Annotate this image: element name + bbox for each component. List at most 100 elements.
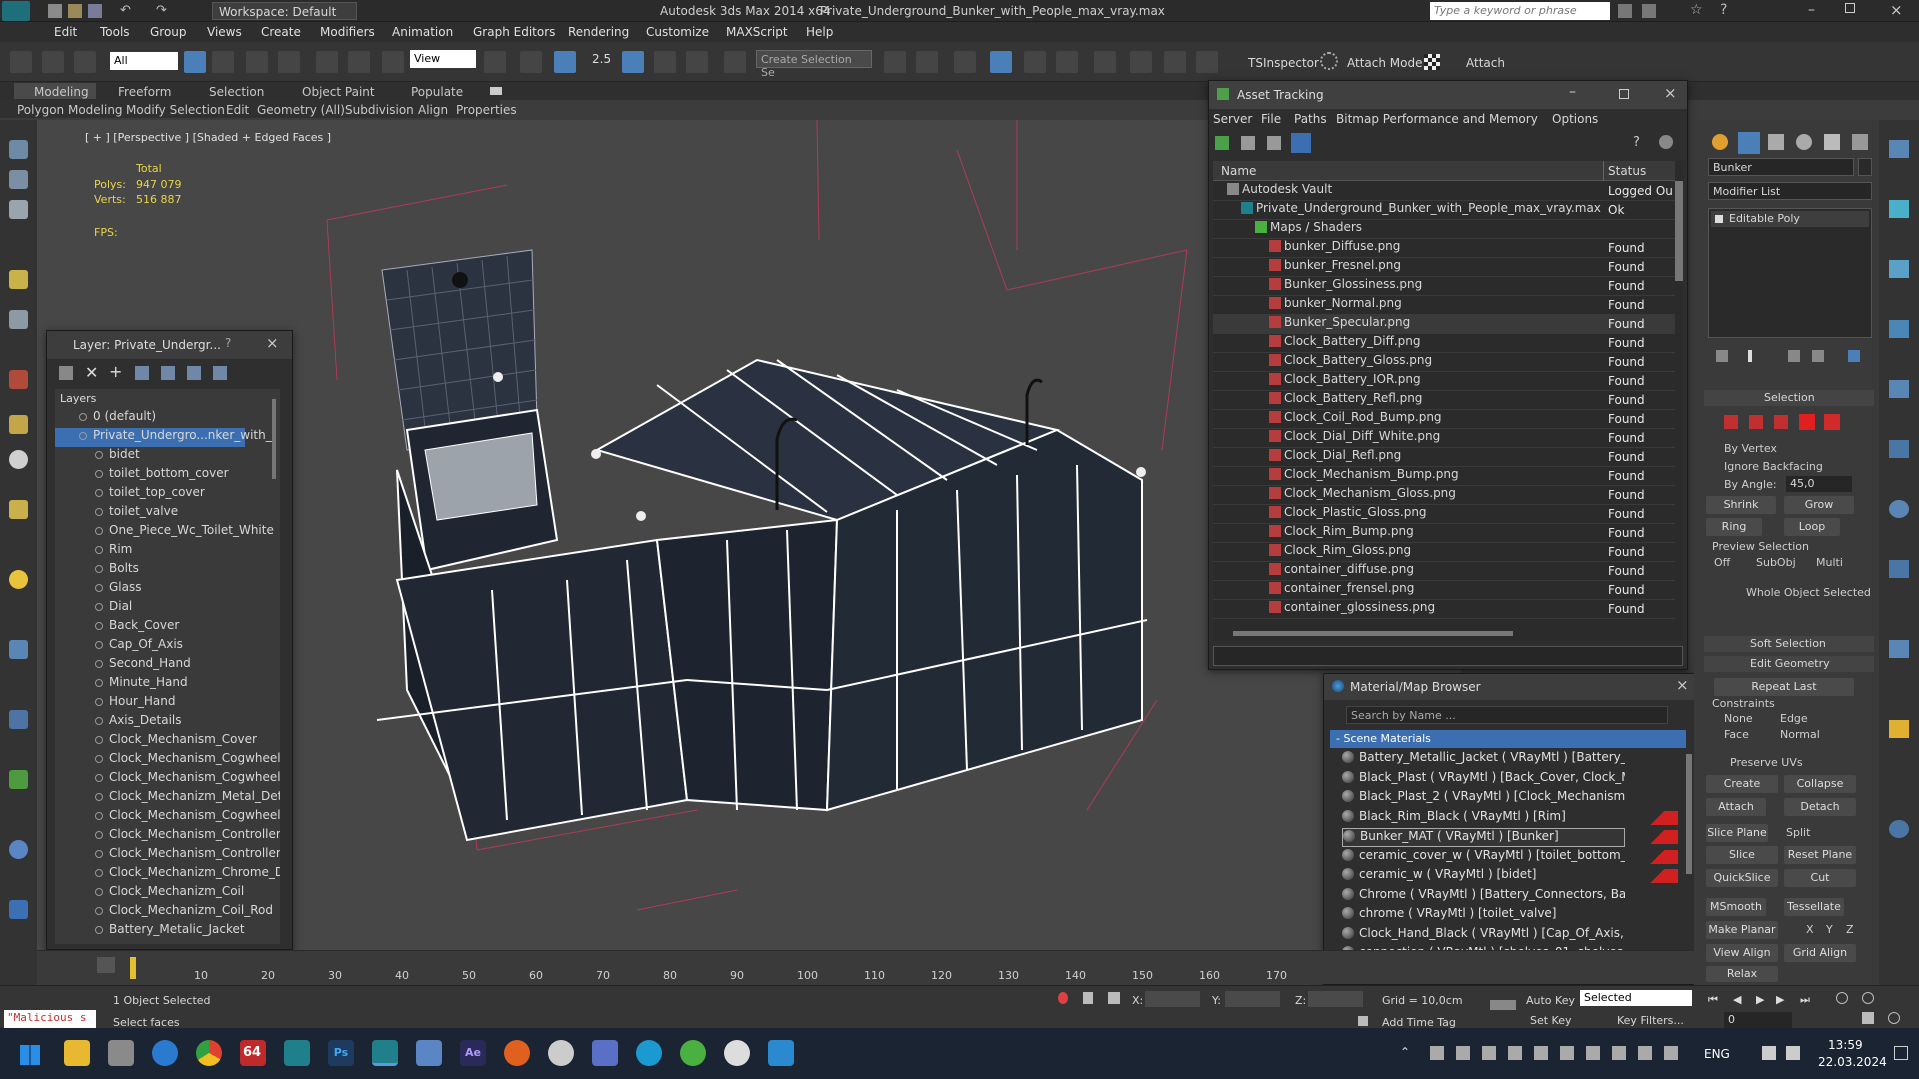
- show-end-result-icon[interactable]: [1748, 350, 1752, 362]
- slice-button[interactable]: Slice: [1706, 846, 1778, 864]
- vray-icon[interactable]: [1889, 140, 1909, 158]
- asset-row[interactable]: Clock_Coil_Rod_Bump.png Found: [1213, 410, 1675, 429]
- create-tab-icon[interactable]: [1712, 134, 1728, 150]
- asset-tracking-titlebar[interactable]: Asset Tracking – ×: [1209, 81, 1687, 109]
- menu-group[interactable]: Group: [150, 25, 187, 39]
- pin-stack-icon[interactable]: [1716, 350, 1728, 362]
- zoom-icon[interactable]: [1836, 992, 1848, 1004]
- teapot-icon[interactable]: [9, 140, 28, 159]
- loop-button[interactable]: Loop: [1784, 518, 1840, 536]
- asset-row[interactable]: Clock_Plastic_Gloss.png Found: [1213, 505, 1675, 524]
- menu-modifiers[interactable]: Modifiers: [320, 25, 375, 39]
- start-icon[interactable]: [20, 1045, 40, 1065]
- language-indicator[interactable]: ENG: [1704, 1047, 1730, 1061]
- layer-manager-icon[interactable]: [954, 51, 976, 73]
- material-list-scrollbar[interactable]: [1686, 754, 1692, 874]
- menu-help[interactable]: Help: [806, 25, 833, 39]
- vray-sphere-icon[interactable]: [1889, 500, 1909, 518]
- clock-time[interactable]: 13:59: [1828, 1038, 1863, 1052]
- close-icon[interactable]: ×: [266, 334, 279, 352]
- layer-object[interactable]: Cap_Of_Axis: [95, 637, 183, 656]
- rotate-icon[interactable]: [348, 51, 370, 73]
- table-view-icon[interactable]: [1291, 133, 1311, 153]
- help-search-input[interactable]: Type a keyword or phrase: [1430, 2, 1610, 20]
- highlight-layer-icon[interactable]: [161, 366, 175, 380]
- globe-icon[interactable]: [9, 840, 28, 859]
- foliage-icon[interactable]: [9, 770, 28, 789]
- layer-object[interactable]: toilet_valve: [95, 504, 178, 523]
- layer-manager-window[interactable]: Layer: Private_Undergr... ? × ✕ + Layers…: [46, 330, 293, 950]
- light-icon[interactable]: [9, 270, 28, 289]
- planar-z-button[interactable]: Z: [1846, 923, 1854, 936]
- close-icon[interactable]: ×: [1890, 1, 1903, 19]
- asset-row[interactable]: Clock_Battery_Gloss.png Found: [1213, 353, 1675, 372]
- asset-row[interactable]: bunker_Diffuse.png Found: [1213, 239, 1675, 258]
- next-frame-icon[interactable]: ▶: [1776, 993, 1784, 1006]
- list-view-icon[interactable]: [1241, 136, 1255, 150]
- rendered-frame-icon[interactable]: [1164, 51, 1186, 73]
- tab-object-paint[interactable]: Object Paint: [302, 85, 375, 99]
- helper-icon[interactable]: [9, 310, 28, 329]
- vray-frame-icon[interactable]: [1889, 560, 1909, 578]
- checker-icon[interactable]: [1424, 54, 1440, 70]
- menu-animation[interactable]: Animation: [392, 25, 453, 39]
- asset-row[interactable]: Clock_Dial_Diff_White.png Found: [1213, 429, 1675, 448]
- clock-date[interactable]: 22.03.2024: [1818, 1055, 1887, 1069]
- preview-subobj-radio[interactable]: SubObj: [1756, 556, 1796, 569]
- minimize-icon[interactable]: –: [1569, 84, 1576, 100]
- rectangular-selection-icon[interactable]: [246, 51, 268, 73]
- create-layer-icon[interactable]: [59, 366, 73, 380]
- hide-all-icon[interactable]: [187, 366, 201, 380]
- split-checkbox[interactable]: Split: [1786, 826, 1810, 839]
- transform-mode-icon[interactable]: [1108, 992, 1120, 1004]
- vray-plane-icon[interactable]: [1889, 440, 1909, 458]
- vray-sun-icon[interactable]: [1889, 260, 1909, 278]
- panel-subdivision[interactable]: Subdivision: [345, 103, 414, 117]
- modify-tab-icon[interactable]: [1738, 132, 1760, 154]
- select-manipulate-icon[interactable]: [520, 51, 542, 73]
- render-teapot-icon[interactable]: [9, 900, 28, 919]
- modifier-stack-item[interactable]: Editable Poly: [1711, 211, 1869, 227]
- ring-button[interactable]: Ring: [1706, 518, 1762, 536]
- redo-icon[interactable]: ↷: [156, 3, 167, 18]
- material-item[interactable]: Black_Plast ( VRayMtl ) [Back_Cover, Clo…: [1342, 770, 1625, 789]
- edge-mode-icon[interactable]: [1749, 415, 1763, 429]
- hierarchy-tab-icon[interactable]: [1768, 134, 1784, 150]
- play-icon[interactable]: ▶: [1756, 993, 1764, 1006]
- column-status[interactable]: Status: [1608, 164, 1646, 178]
- utorrent-icon[interactable]: [680, 1040, 706, 1066]
- layer-object[interactable]: Clock_Mechanism_Controller: [95, 827, 280, 846]
- ribbon-toggle-icon[interactable]: [990, 51, 1012, 73]
- panel-modify-selection[interactable]: Modify Selection: [126, 103, 225, 117]
- layer-object[interactable]: Clock_Mechanizm_Coil: [95, 884, 244, 903]
- by-vertex-checkbox[interactable]: By Vertex: [1724, 442, 1777, 455]
- notepad-icon[interactable]: [416, 1040, 442, 1066]
- align-icon[interactable]: [916, 51, 938, 73]
- layer-object[interactable]: Clock_Mechanizm_Chrome_D: [95, 865, 280, 884]
- by-angle-checkbox[interactable]: By Angle:: [1724, 478, 1777, 491]
- window-crossing-icon[interactable]: [278, 51, 300, 73]
- object-name-field[interactable]: Bunker: [1708, 158, 1854, 176]
- preview-multi-radio[interactable]: Multi: [1816, 556, 1843, 569]
- edit-geometry-rollout[interactable]: Edit Geometry: [1704, 656, 1874, 672]
- layer-object[interactable]: toilet_top_cover: [95, 485, 205, 504]
- key-selection-dropdown[interactable]: Selected: [1580, 990, 1692, 1006]
- layer-list-scrollbar[interactable]: [272, 399, 276, 479]
- star-icon[interactable]: ☆: [1690, 2, 1703, 18]
- close-icon[interactable]: ×: [1664, 84, 1677, 102]
- file-explorer-icon[interactable]: [64, 1040, 90, 1066]
- layer-object[interactable]: toilet_bottom_cover: [95, 466, 229, 485]
- soft-selection-rollout[interactable]: Soft Selection: [1704, 636, 1874, 652]
- save-file-icon[interactable]: [88, 4, 102, 18]
- edge-icon[interactable]: [636, 1040, 662, 1066]
- asset-table-vscrollbar[interactable]: [1675, 181, 1683, 281]
- preview-off-radio[interactable]: Off: [1714, 556, 1730, 569]
- layer-object[interactable]: Clock_Mechanizm_Coil_Rod: [95, 903, 273, 922]
- panel-geometry-all[interactable]: Geometry (All): [257, 103, 345, 117]
- menu-customize[interactable]: Customize: [646, 25, 709, 39]
- help-icon[interactable]: ?: [1633, 135, 1640, 150]
- camera-app-icon[interactable]: [768, 1040, 794, 1066]
- layer-window-titlebar[interactable]: Layer: Private_Undergr... ? ×: [47, 331, 292, 359]
- restore-icon[interactable]: [1845, 3, 1855, 13]
- 3ds-max-active-icon[interactable]: [372, 1040, 398, 1066]
